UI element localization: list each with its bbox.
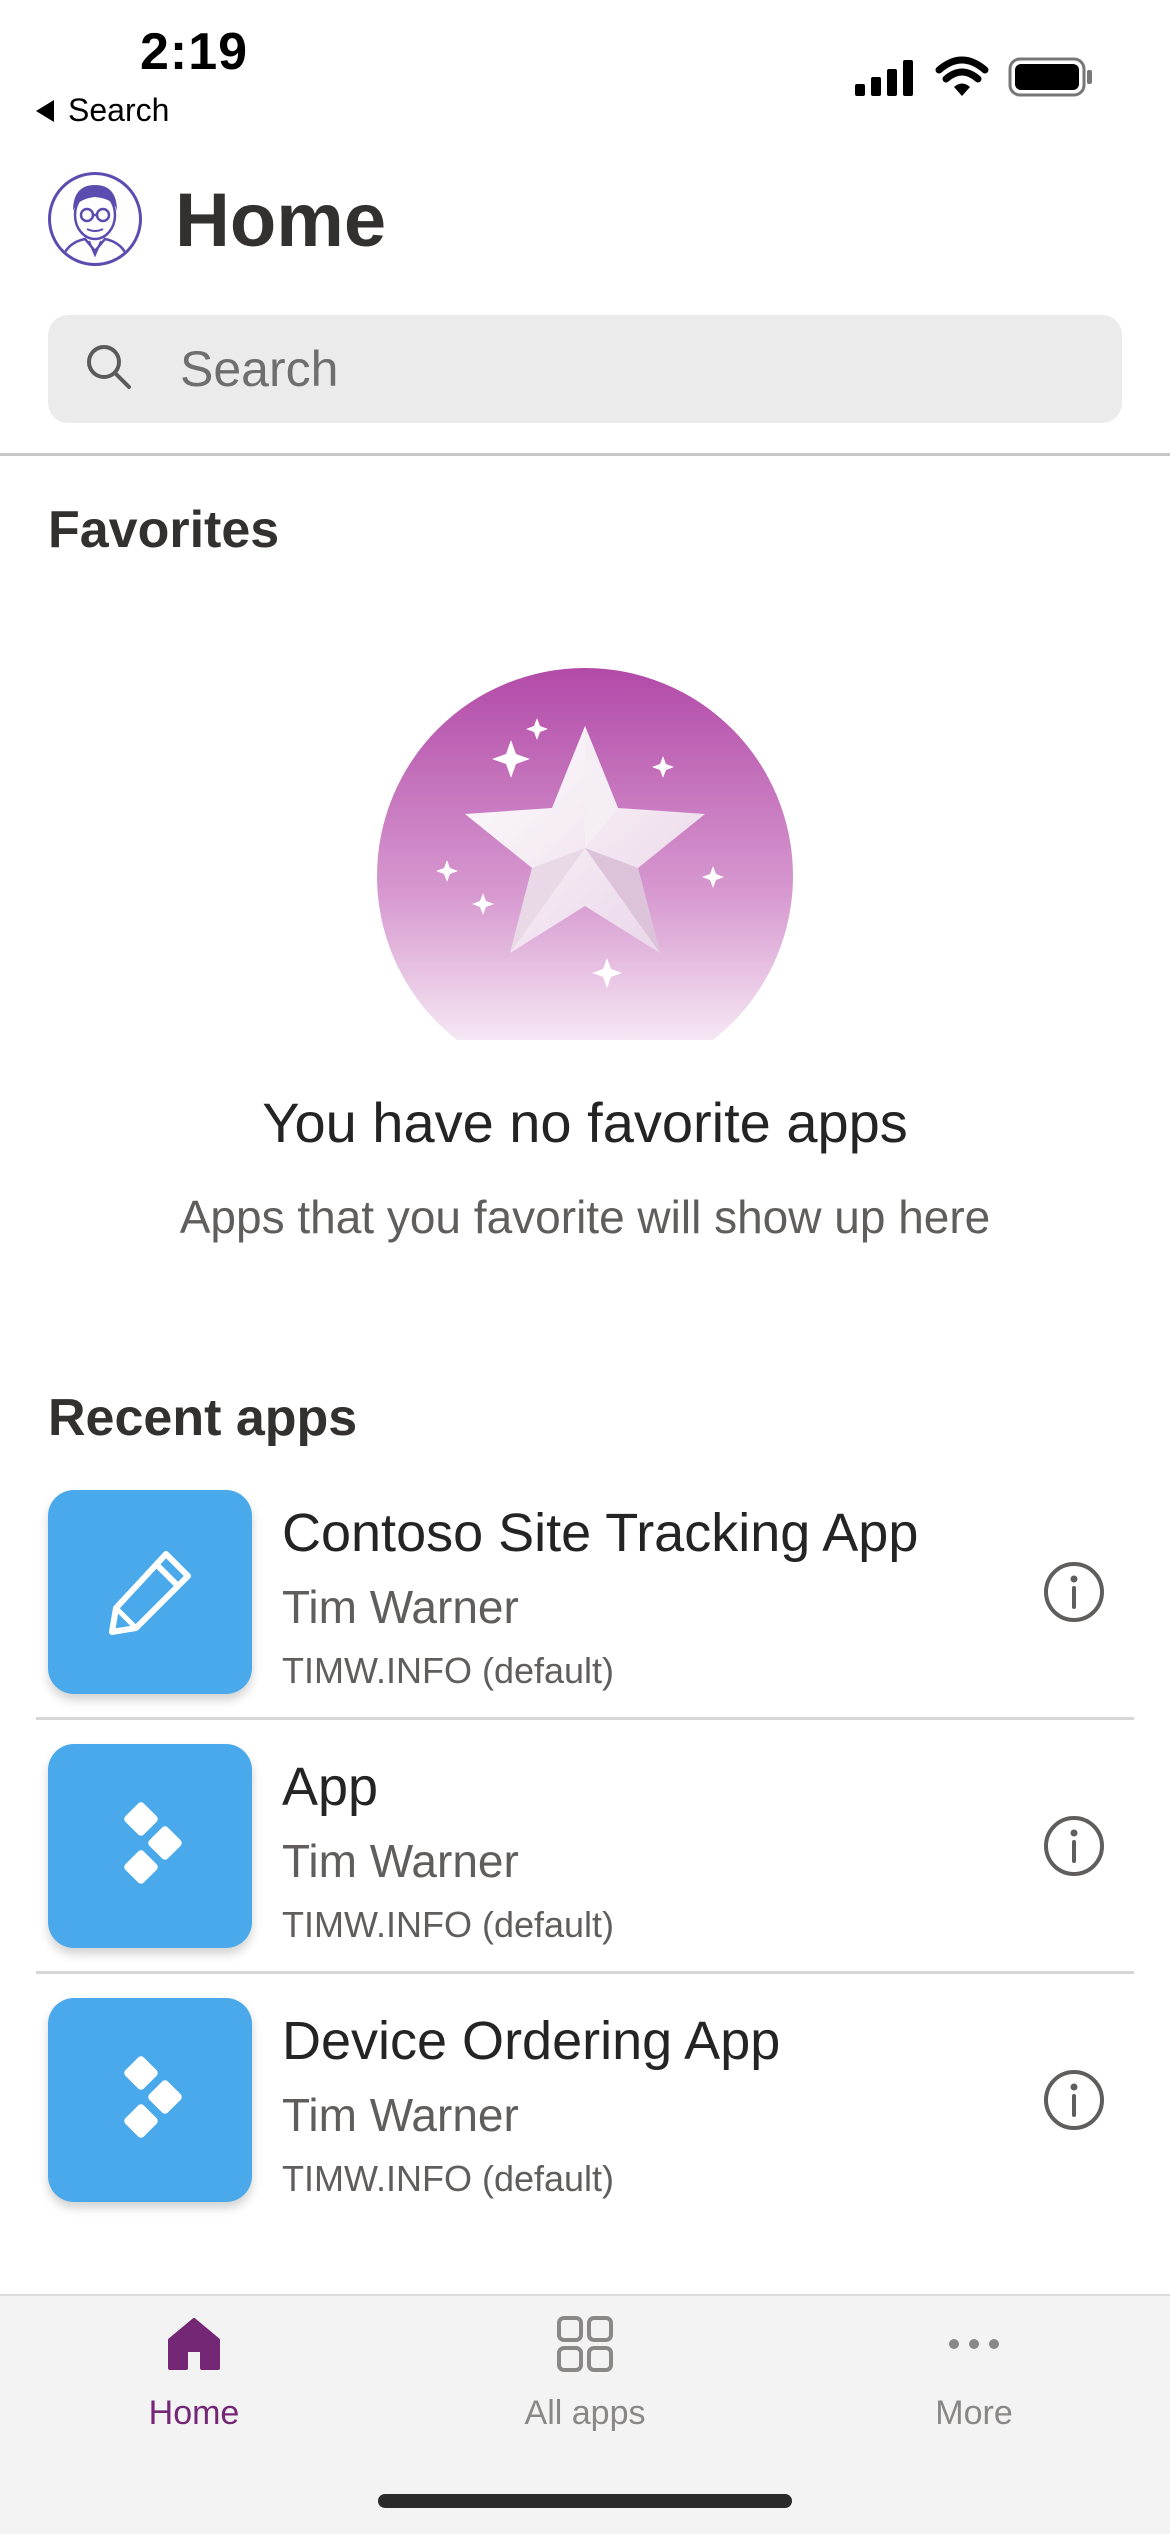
row-divider (36, 1717, 1134, 1720)
home-icon (168, 2318, 220, 2370)
more-dots-icon (949, 2339, 999, 2349)
app-row-device-ordering[interactable]: Device Ordering App Tim Warner TIMW.INFO… (36, 1998, 1134, 2252)
favorite-star-illustration-icon (377, 668, 793, 1040)
back-to-search-link[interactable]: Search (36, 92, 169, 129)
search-icon (87, 345, 131, 389)
app-name: App (282, 1757, 379, 1817)
app-tile[interactable] (48, 1744, 252, 1948)
tab-label: More (935, 2394, 1013, 2432)
tab-label: All apps (524, 2394, 646, 2432)
cellular-signal-icon (855, 60, 913, 96)
tab-label: Home (148, 2394, 240, 2432)
search-input[interactable] (180, 336, 1080, 402)
info-icon[interactable] (1042, 1814, 1106, 1878)
back-label: Search (68, 92, 170, 128)
app-row-contoso-site-tracking[interactable]: Contoso Site Tracking App Tim Warner TIM… (36, 1490, 1134, 1744)
user-avatar-icon (59, 185, 131, 263)
header-divider (0, 453, 1170, 456)
app-owner: Tim Warner (282, 1835, 519, 1887)
app-environment: TIMW.INFO (default) (282, 2158, 615, 2199)
wifi-icon (935, 56, 989, 96)
tab-home[interactable]: Home (44, 2296, 344, 2476)
page-title: Home (175, 178, 387, 263)
power-apps-diamonds-icon (124, 2056, 182, 2138)
status-time: 2:19 (140, 23, 249, 81)
no-favorites-subtitle: Apps that you favorite will show up here (179, 1191, 991, 1243)
info-icon[interactable] (1042, 2068, 1106, 2132)
app-environment: TIMW.INFO (default) (282, 1904, 615, 1945)
app-row-app[interactable]: App Tim Warner TIMW.INFO (default) (36, 1744, 1134, 1998)
app-owner: Tim Warner (282, 2089, 519, 2141)
app-name: Device Ordering App (282, 2011, 781, 2071)
app-owner: Tim Warner (282, 1581, 519, 1633)
row-divider (36, 1971, 1134, 1974)
home-indicator (378, 2494, 792, 2508)
tab-all-apps[interactable]: All apps (435, 2296, 735, 2476)
info-icon[interactable] (1042, 1560, 1106, 1624)
favorites-section-title: Favorites (48, 501, 280, 559)
pencil-icon (109, 1551, 191, 1635)
user-avatar[interactable] (48, 172, 142, 266)
back-arrow-icon (36, 99, 54, 122)
power-apps-diamonds-icon (124, 1802, 182, 1884)
tab-more[interactable]: More (824, 2296, 1124, 2476)
grid-icon (557, 2316, 613, 2372)
recent-apps-section-title: Recent apps (48, 1389, 358, 1447)
app-tile[interactable] (48, 1490, 252, 1694)
no-favorites-title: You have no favorite apps (262, 1091, 908, 1154)
app-name: Contoso Site Tracking App (282, 1503, 919, 1563)
app-tile[interactable] (48, 1998, 252, 2202)
battery-icon (1008, 57, 1092, 97)
app-environment: TIMW.INFO (default) (282, 1650, 615, 1691)
